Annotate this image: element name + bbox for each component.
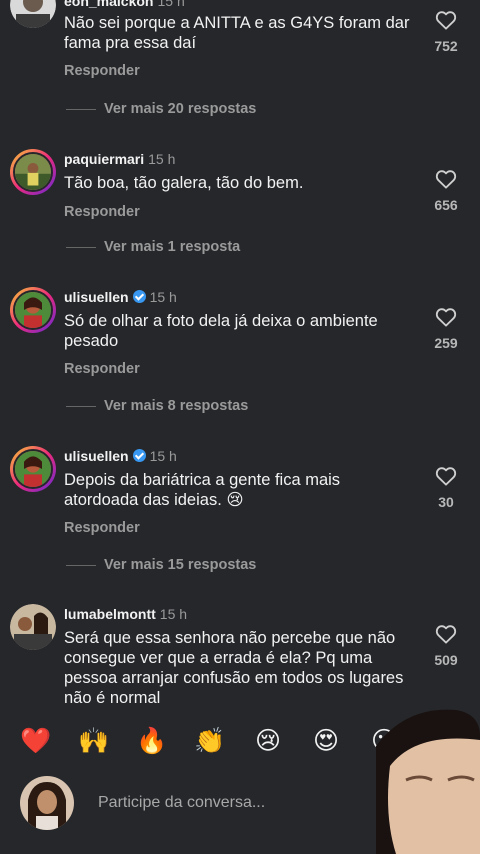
reply-button[interactable]: Responder (64, 361, 140, 377)
like-count: 752 (434, 38, 458, 54)
view-more-replies[interactable]: Ver mais 15 respostas (66, 557, 256, 573)
avatar[interactable] (10, 149, 56, 195)
reply-button[interactable]: Responder (64, 63, 140, 79)
user-avatar (20, 776, 74, 830)
like-count: 509 (434, 652, 458, 668)
like-count: 30 (438, 494, 454, 510)
avatar[interactable] (10, 446, 56, 492)
heart-outline-icon (435, 467, 457, 486)
comment-time: 15 h (149, 448, 177, 464)
comments-list[interactable]: eon_maickon 15 h Não sei porque a ANITTA … (0, 0, 480, 712)
heart-outline-icon (435, 308, 457, 327)
avatar[interactable] (10, 604, 56, 650)
emoji-clapping[interactable]: 👏 (194, 725, 226, 757)
comment-username[interactable]: paquiermari (64, 151, 144, 167)
like-button[interactable]: 30 (420, 466, 472, 510)
comment-time: 15 h (157, 0, 185, 9)
comment-text: Tão boa, tão galera, tão do bem. (64, 174, 304, 192)
comment-text: Depois da bariátrica a gente fica mais a… (64, 471, 341, 509)
comment-time: 15 h (148, 151, 176, 167)
emoji-fire[interactable]: 🔥 (136, 725, 168, 757)
avatar[interactable] (10, 287, 56, 333)
reply-button[interactable]: Responder (64, 520, 140, 536)
emoji-crying[interactable]: 😢 (252, 725, 284, 757)
avatar[interactable] (10, 0, 56, 28)
verified-badge-icon (132, 449, 146, 462)
heart-outline-icon (435, 11, 457, 30)
comment-time: 15 h (159, 606, 188, 622)
reply-button[interactable]: Responder (64, 204, 140, 220)
comment-text: Não sei porque a ANITTA e as G4YS foram … (64, 14, 410, 52)
like-button[interactable]: 656 (420, 169, 472, 213)
like-button[interactable]: 259 (420, 307, 472, 351)
view-more-replies[interactable]: Ver mais 8 respostas (66, 398, 248, 414)
comment-text: Será que essa senhora não percebe que nã… (64, 629, 404, 707)
comment-username[interactable]: eon_maickon (64, 0, 153, 9)
verified-badge-icon (132, 290, 146, 303)
emoji-heart[interactable]: ❤️ (20, 725, 52, 757)
heart-outline-icon (435, 170, 457, 189)
comment-username[interactable]: ulisuellen (64, 448, 129, 464)
like-count: 259 (434, 335, 458, 351)
like-button[interactable]: 509 (420, 624, 472, 668)
comment-meta: lumabelmontt 15 h (64, 606, 187, 622)
comment-meta: ulisuellen 15 h (64, 448, 177, 464)
emoji-heart-eyes[interactable]: 😍 (310, 725, 342, 757)
video-overlay-image (376, 706, 480, 854)
comment-meta: ulisuellen 15 h (64, 289, 177, 305)
like-button[interactable]: 752 (420, 10, 472, 54)
comment-text: Só de olhar a foto dela já deixa o ambie… (64, 312, 378, 350)
comment-meta: eon_maickon 15 h (64, 0, 185, 9)
comment-time: 15 h (149, 289, 177, 305)
emoji-raised-hands[interactable]: 🙌 (78, 725, 110, 757)
like-count: 656 (434, 197, 458, 213)
heart-outline-icon (435, 625, 457, 644)
comment-meta: paquiermari 15 h (64, 151, 175, 167)
view-more-replies[interactable]: Ver mais 1 resposta (66, 239, 240, 255)
view-more-replies[interactable]: Ver mais 20 respostas (66, 101, 256, 117)
comment-username[interactable]: ulisuellen (64, 289, 129, 305)
comment-input[interactable] (88, 784, 368, 822)
comment-username[interactable]: lumabelmontt (64, 606, 156, 622)
